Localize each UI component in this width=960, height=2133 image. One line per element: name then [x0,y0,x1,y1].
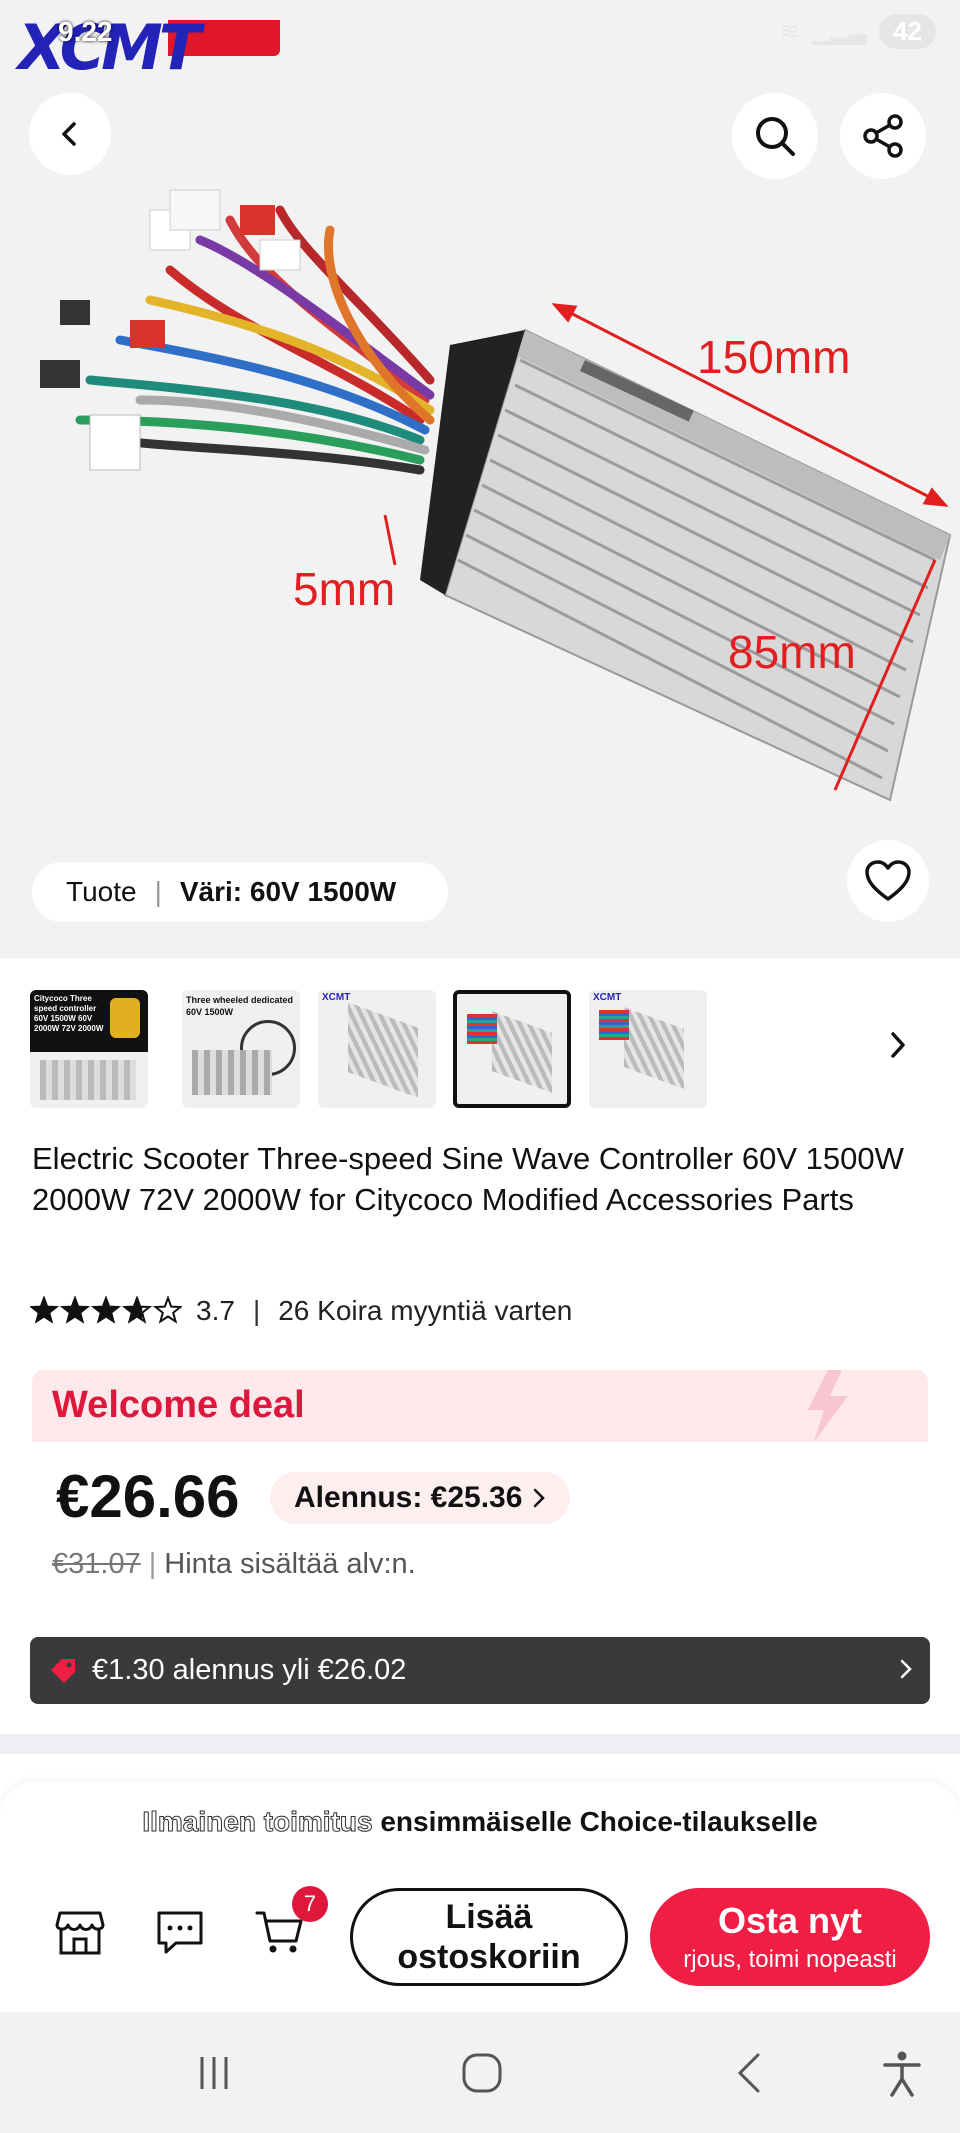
current-price: €26.66 [56,1463,240,1530]
section-divider [0,1734,960,1754]
recent-apps-button[interactable] [184,2048,244,2098]
dimension-length-label: 150mm [697,331,850,383]
battery-indicator: 42 [879,14,936,49]
share-button[interactable] [840,93,926,179]
discount-label: Alennus: €25.36 [294,1481,523,1514]
lightning-icon [808,1370,848,1442]
thumbnail-2[interactable]: Three wheeled dedicated 60V 1500W [182,990,300,1108]
share-icon [863,114,903,158]
home-icon [462,2053,502,2093]
star-3 [90,1296,122,1324]
star-rating-icon [30,1296,182,1324]
welcome-deal-banner: Welcome deal [32,1370,928,1442]
product-title: Electric Scooter Three-speed Sine Wave C… [32,1141,904,1217]
dimension-width-label: 85mm [728,626,856,678]
thumbnail-1[interactable]: Citycoco Three speed controller 60V 1500… [30,990,148,1108]
status-indicators: ≋ ▁▂▃ 42 [780,14,936,49]
rating-row[interactable]: 3.7 | 26 Koira myyntiä varten [30,1295,572,1327]
star-2 [59,1296,91,1324]
thumbnails-next-button[interactable] [878,1025,918,1065]
thumbnail-3[interactable]: XCMT [318,990,436,1108]
cart-count-badge: 7 [292,1886,328,1922]
back-icon [737,2053,760,2093]
status-bar: XCMT 9.22 ≋ ▁▂▃ 42 [0,0,960,80]
tag-icon [51,1658,75,1683]
variant-value: Väri: 60V 1500W [179,876,397,907]
chat-button[interactable] [150,1902,210,1962]
original-price: €31.07 [52,1548,141,1580]
promo-highlight: Ilmainen toimitus [142,1806,373,1838]
star-1 [30,1296,60,1324]
buy-now-button[interactable]: Osta nyt rjous, toimi nopeasti [650,1888,930,1986]
signal-icon: ▁▂▃ [811,18,868,45]
chat-icon [157,1911,203,1954]
price-info: €31.07 | Hinta sisältää alv:n. [52,1548,416,1580]
welcome-deal-label: Welcome deal [52,1384,305,1426]
coupon-text: €1.30 alennus yli €26.02 [92,1654,407,1686]
add-to-cart-label: Lisää ostoskoriin [397,1898,581,1976]
back-nav-button[interactable] [720,2048,780,2098]
home-button[interactable] [452,2048,512,2098]
back-button[interactable] [29,93,111,175]
search-button[interactable] [732,93,818,179]
add-to-cart-button[interactable]: Lisää ostoskoriin [350,1888,628,1986]
variant-selector[interactable]: Tuote | Väri: 60V 1500W [32,862,448,922]
chevron-right-icon [534,1488,546,1508]
chevron-left-icon [62,122,76,146]
variant-label: Tuote [66,876,137,907]
wifi-icon: ≋ [779,18,800,45]
vat-note: Hinta sisältää alv:n. [164,1548,416,1580]
coupon-bar[interactable]: €1.30 alennus yli €26.02 [30,1637,930,1704]
store-icon [55,1911,105,1955]
thumbnail-4-selected[interactable] [453,990,571,1108]
wishlist-button[interactable] [847,840,929,922]
recent-apps-icon [200,2057,228,2089]
buy-now-sublabel: rjous, toimi nopeasti [683,1946,897,1973]
heart-icon [865,860,911,901]
status-time: 9.22 [58,16,113,47]
buy-now-label: Osta nyt [717,1900,863,1941]
system-nav-bar [0,2012,960,2133]
free-shipping-promo: Ilmainen toimitus ensimmäiselle Choice-t… [0,1806,960,1838]
sold-count: 26 Koira myyntiä varten [278,1295,573,1326]
search-icon [756,117,795,156]
store-button[interactable] [50,1902,110,1962]
accessibility-button[interactable] [872,2048,932,2098]
dimension-height-label: 5mm [293,563,395,615]
rating-value: 3.7 [196,1295,235,1326]
chevron-right-icon [891,1032,905,1058]
star-5 [152,1296,182,1324]
discount-pill[interactable]: Alennus: €25.36 [270,1472,571,1524]
accessibility-icon [883,2051,921,2097]
product-hero-image[interactable]: 150mm 85mm 5mm XCMT 9.22 ≋ ▁▂▃ 42 Tuote … [0,0,960,958]
chevron-right-icon [900,1659,912,1679]
promo-text: ensimmäiselle Choice-tilaukselle [372,1806,818,1837]
thumbnail-5[interactable]: XCMT [589,990,707,1108]
